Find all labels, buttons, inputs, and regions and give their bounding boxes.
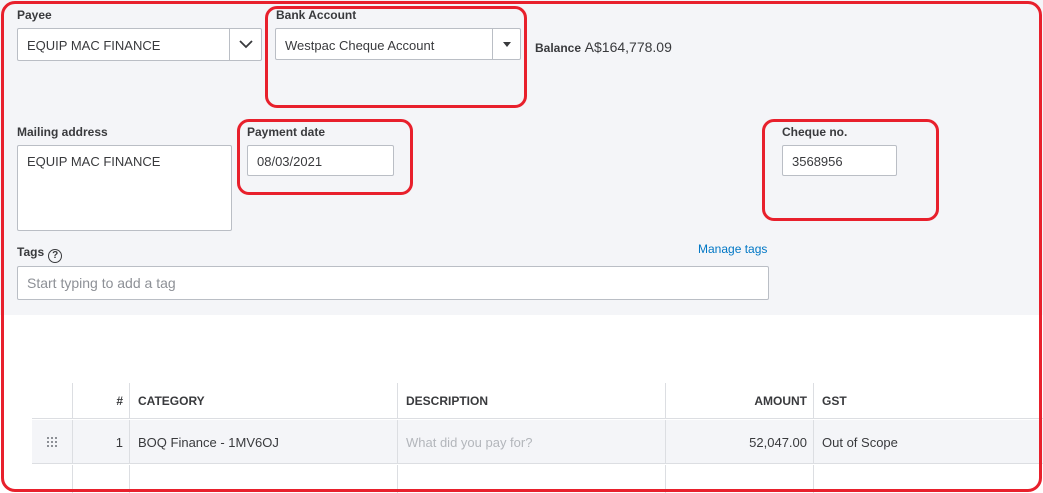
payment-date-label: Payment date bbox=[247, 125, 326, 139]
category-cell[interactable] bbox=[130, 465, 398, 493]
mailing-address-label: Mailing address bbox=[17, 125, 108, 139]
balance-label: Balance bbox=[535, 41, 582, 55]
bank-account-select[interactable]: Westpac Cheque Account bbox=[275, 28, 521, 60]
mailing-address-value: EQUIP MAC FINANCE bbox=[27, 154, 161, 169]
gst-cell[interactable]: Out of Scope bbox=[814, 420, 1043, 464]
drag-handle[interactable] bbox=[32, 420, 73, 464]
payee-label: Payee bbox=[17, 8, 52, 22]
column-header-amount: AMOUNT bbox=[666, 383, 814, 419]
caret-down-icon bbox=[502, 41, 511, 47]
description-cell[interactable]: What did you pay for? bbox=[398, 420, 666, 464]
gst-cell[interactable] bbox=[814, 465, 1043, 493]
payment-date-input[interactable]: 08/03/2021 bbox=[247, 145, 394, 176]
table-row[interactable]: 1 BOQ Finance - 1MV6OJ What did you pay … bbox=[32, 420, 1043, 464]
amount-cell[interactable] bbox=[666, 465, 814, 493]
balance-display: Balance A$164,778.09 bbox=[535, 39, 672, 55]
row-number: 1 bbox=[73, 420, 130, 464]
tags-label: Tags bbox=[17, 245, 45, 259]
drag-handle-icon bbox=[47, 437, 57, 447]
balance-value: A$164,778.09 bbox=[584, 39, 672, 55]
row-number: 2 bbox=[73, 465, 130, 493]
payee-dropdown[interactable]: EQUIP MAC FINANCE bbox=[17, 28, 262, 61]
tags-placeholder: Start typing to add a tag bbox=[27, 275, 176, 291]
drag-handle[interactable] bbox=[32, 465, 73, 493]
bank-account-dropdown-toggle[interactable] bbox=[492, 29, 520, 59]
category-cell[interactable]: BOQ Finance - 1MV6OJ bbox=[130, 420, 398, 464]
bank-account-label: Bank Account bbox=[276, 8, 357, 22]
cheque-no-label: Cheque no. bbox=[782, 125, 848, 139]
manage-tags-link[interactable]: Manage tags bbox=[698, 242, 767, 256]
description-cell[interactable] bbox=[398, 465, 666, 493]
cheque-no-value: 3568956 bbox=[792, 154, 843, 169]
payee-dropdown-toggle[interactable] bbox=[229, 29, 261, 60]
chevron-down-icon bbox=[238, 40, 253, 49]
table-row[interactable]: 2 bbox=[32, 465, 1043, 493]
column-header-category: CATEGORY bbox=[130, 383, 398, 419]
tags-input[interactable]: Start typing to add a tag bbox=[17, 266, 769, 300]
table-header-row: # CATEGORY DESCRIPTION AMOUNT GST bbox=[32, 383, 1043, 419]
help-icon[interactable]: ? bbox=[48, 249, 63, 263]
tags-label-group: Tags? bbox=[17, 245, 63, 263]
payee-value: EQUIP MAC FINANCE bbox=[27, 38, 161, 53]
payment-date-value: 08/03/2021 bbox=[257, 154, 323, 169]
column-header-gst: GST bbox=[822, 394, 847, 408]
drag-column-header bbox=[32, 383, 73, 419]
column-header-number: # bbox=[73, 383, 130, 419]
amount-cell[interactable]: 52,047.00 bbox=[666, 420, 814, 464]
bank-account-value: Westpac Cheque Account bbox=[285, 38, 435, 53]
column-header-description: DESCRIPTION bbox=[398, 383, 666, 419]
mailing-address-textarea[interactable]: EQUIP MAC FINANCE bbox=[17, 145, 232, 231]
cheque-no-input[interactable]: 3568956 bbox=[782, 145, 897, 176]
